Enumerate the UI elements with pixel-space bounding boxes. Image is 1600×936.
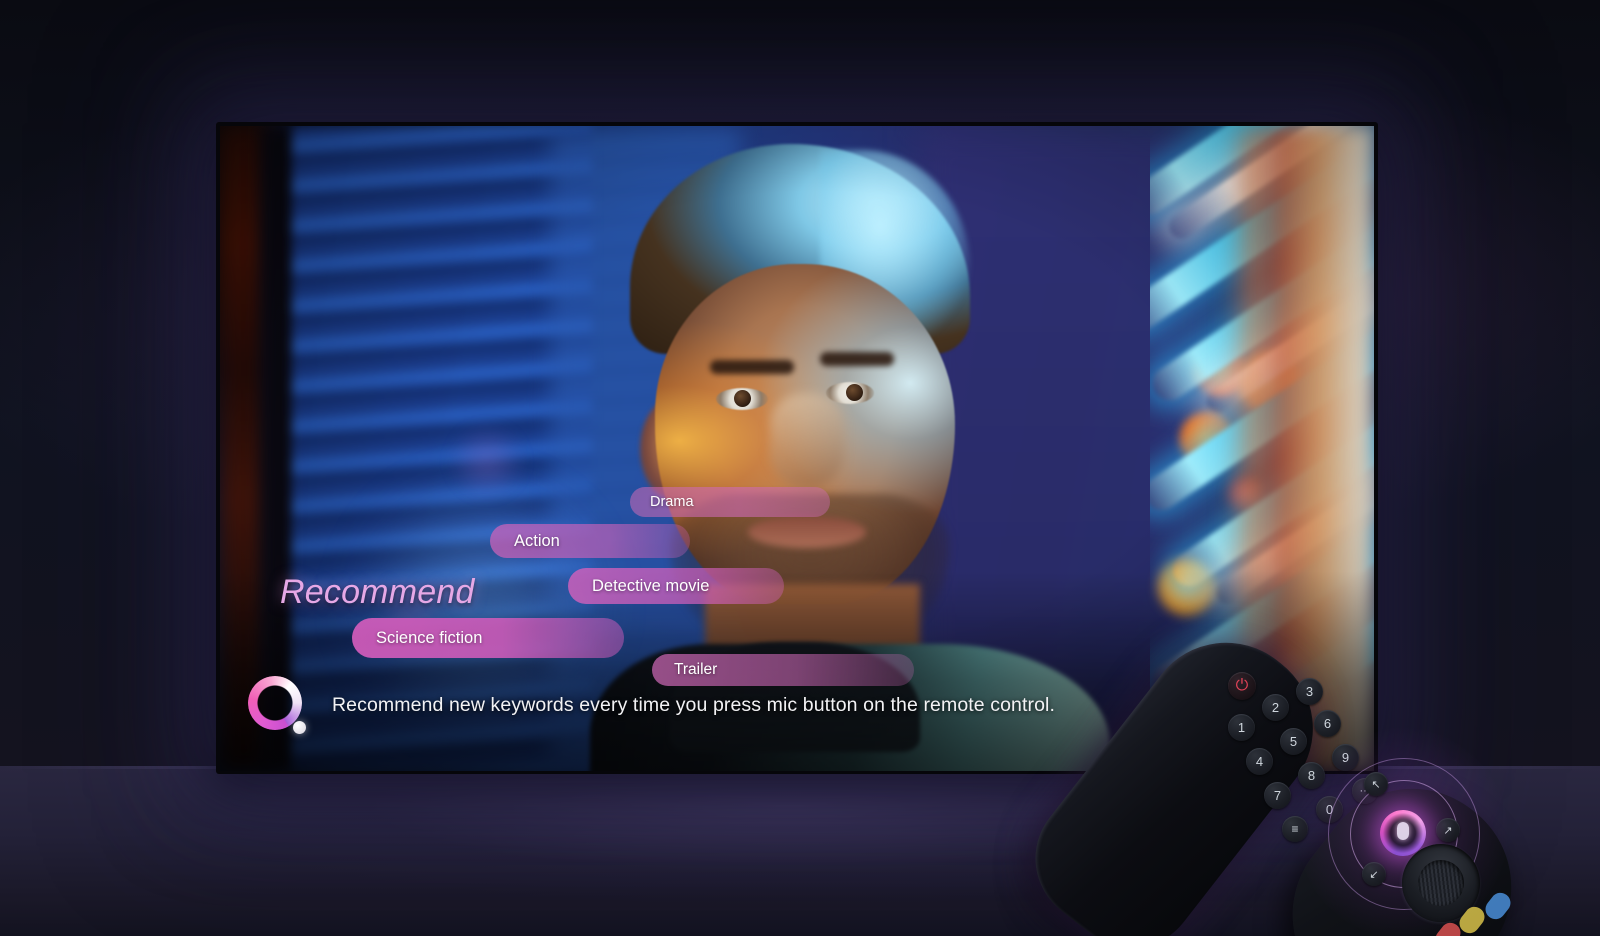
- keyword-pill-science-fiction[interactable]: Science fiction: [352, 618, 624, 658]
- power-button[interactable]: ⏻: [1228, 672, 1256, 700]
- keyword-pill-drama-label: Drama: [650, 494, 694, 510]
- keyword-pill-trailer[interactable]: Trailer: [652, 654, 914, 686]
- overlay-caption: Recommend new keywords every time you pr…: [332, 694, 1056, 716]
- keyword-pill-trailer-label: Trailer: [674, 661, 718, 678]
- assistant-dot-icon: [293, 721, 306, 734]
- number-key-2[interactable]: 2: [1262, 694, 1289, 721]
- magic-remote[interactable]: ⏻ 1 2 3 4 5 6 7 8 9 0 ··· ≡ ↖ ↗ ↙: [1008, 609, 1551, 936]
- number-key-1[interactable]: 1: [1228, 714, 1255, 741]
- number-key-6[interactable]: 6: [1314, 710, 1341, 737]
- number-key-3[interactable]: 3: [1296, 678, 1323, 705]
- keyword-pill-action-label: Action: [514, 531, 560, 550]
- keyword-pill-science-fiction-label: Science fiction: [376, 628, 483, 647]
- keyword-pill-detective-movie[interactable]: Detective movie: [568, 568, 784, 604]
- keyword-pill-detective-movie-label: Detective movie: [592, 576, 710, 595]
- keyword-pill-action[interactable]: Action: [490, 524, 690, 558]
- number-key-5[interactable]: 5: [1280, 728, 1307, 755]
- number-key-7[interactable]: 7: [1264, 782, 1291, 809]
- ring-button-home[interactable]: ↗: [1436, 818, 1460, 842]
- keyword-pill-drama[interactable]: Drama: [630, 487, 830, 517]
- ring-button-input[interactable]: ↙: [1362, 862, 1386, 886]
- voice-assistant-ring-icon: [248, 676, 308, 736]
- number-key-4[interactable]: 4: [1246, 748, 1273, 775]
- room-scene: Recommend Drama Action Detective movie S…: [0, 0, 1600, 936]
- ring-button-back[interactable]: ↖: [1364, 772, 1388, 796]
- page-title: Recommend: [280, 573, 475, 611]
